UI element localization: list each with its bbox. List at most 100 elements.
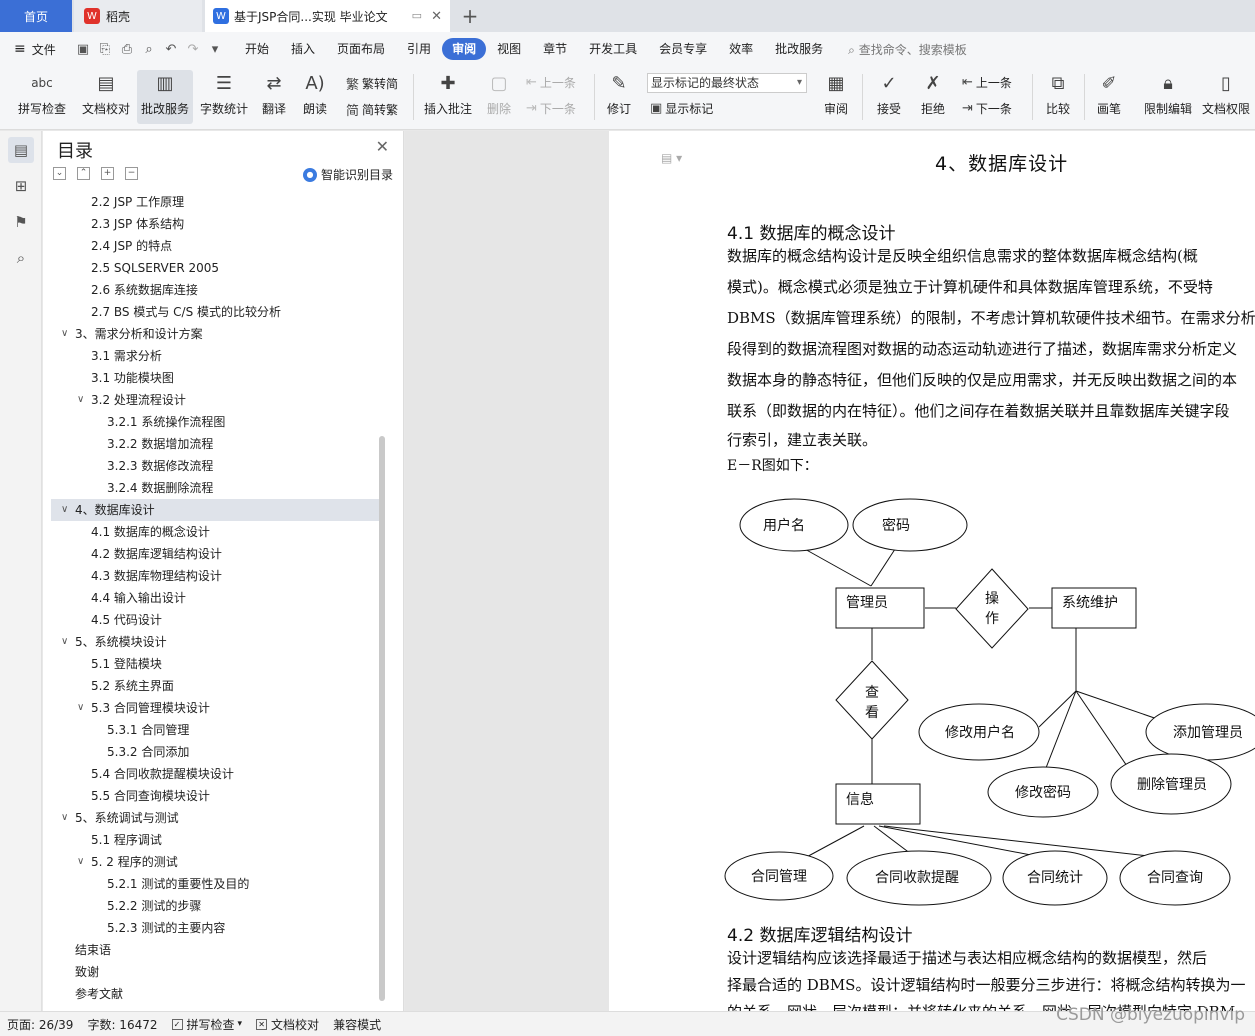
word-count-indicator[interactable]: 字数: 16472 — [80, 1016, 164, 1033]
save-icon[interactable]: ▣ — [72, 42, 94, 57]
add-heading-icon[interactable]: + — [101, 167, 114, 180]
search-icon[interactable]: ⌕ — [8, 245, 34, 271]
toc-item[interactable]: 5.3.1 合同管理 — [51, 719, 379, 741]
chevron-down-icon[interactable]: ∨ — [61, 499, 68, 521]
chevron-down-icon[interactable]: ∨ — [77, 389, 84, 411]
next-comment-button[interactable]: ⇥ 下一条 — [526, 100, 576, 117]
toc-item[interactable]: ∨ 5. 2 程序的测试 — [51, 851, 379, 873]
tab-home[interactable]: 首页 — [0, 0, 72, 32]
toc-scrollbar[interactable] — [379, 436, 385, 1001]
toc-item[interactable]: 5.1 登陆模块 — [51, 653, 379, 675]
toc-item[interactable]: 3.2.2 数据增加流程 — [51, 433, 379, 455]
monitor-icon[interactable]: ▭ — [412, 9, 422, 22]
menu-start[interactable]: 开始 — [234, 38, 280, 60]
toc-item[interactable]: 3.1 功能模块图 — [51, 367, 379, 389]
reject-button[interactable]: ✗ 拒绝 — [916, 70, 950, 124]
read-aloud-button[interactable]: A) 朗读 — [300, 70, 330, 124]
page-nav-icon[interactable]: ▤ ▾ — [661, 151, 682, 165]
redo-icon[interactable]: ↷ — [182, 42, 204, 57]
toc-item[interactable]: ∨ 3、需求分析和设计方案 — [51, 323, 379, 345]
preview-icon[interactable]: ⌕ — [138, 42, 160, 57]
compare-button[interactable]: ⧉ 比较 — [1040, 70, 1076, 124]
collapse-all-icon[interactable]: ⌄ — [53, 167, 66, 180]
chevron-down-icon[interactable]: ∨ — [61, 631, 68, 653]
toc-panel-icon[interactable]: ▤ — [8, 137, 34, 163]
pen-button[interactable]: ✐ 画笔 — [1094, 70, 1124, 124]
menu-reference[interactable]: 引用 — [396, 38, 442, 60]
menu-devtools[interactable]: 开发工具 — [578, 38, 648, 60]
toc-item[interactable]: 2.7 BS 模式与 C/S 模式的比较分析 — [51, 301, 379, 323]
markup-mode-select[interactable]: 显示标记的最终状态 — [647, 73, 807, 93]
toc-item[interactable]: 3.2.1 系统操作流程图 — [51, 411, 379, 433]
menu-layout[interactable]: 页面布局 — [326, 38, 396, 60]
toc-item[interactable]: 5.1 程序调试 — [51, 829, 379, 851]
toc-item[interactable]: 4.1 数据库的概念设计 — [51, 521, 379, 543]
remove-heading-icon[interactable]: − — [125, 167, 138, 180]
chevron-down-icon[interactable]: ∨ — [77, 697, 84, 719]
accept-button[interactable]: ✓ 接受 — [872, 70, 906, 124]
file-menu[interactable]: ≡ 文件 — [0, 41, 72, 58]
spell-check-button[interactable]: abc 拼写检查 — [12, 70, 72, 124]
toc-item[interactable]: 5.2.2 测试的步骤 — [51, 895, 379, 917]
toc-item[interactable]: 5.2.1 测试的重要性及目的 — [51, 873, 379, 895]
doc-check-toggle[interactable]: ✕ 文档校对 — [249, 1016, 326, 1033]
tab-document[interactable]: W 基于JSP合同...实现 毕业论文 ▭ ✕ — [205, 0, 450, 32]
spell-check-toggle[interactable]: ✓ 拼写检查 ▾ — [165, 1016, 250, 1033]
review-service-button[interactable]: ▥ 批改服务 — [137, 70, 193, 124]
toc-item[interactable]: 5.2.3 测试的主要内容 — [51, 917, 379, 939]
bookmark-icon[interactable]: ⚑ — [8, 209, 34, 235]
toc-item[interactable]: 参考文献 — [51, 983, 379, 1005]
smart-toc-button[interactable]: ● 智能识别目录 — [302, 166, 393, 183]
next-change-button[interactable]: ⇥ 下一条 — [962, 100, 1012, 117]
toc-item[interactable]: 3.2.4 数据删除流程 — [51, 477, 379, 499]
toc-item[interactable]: 4.5 代码设计 — [51, 609, 379, 631]
toc-item[interactable]: 结束语 — [51, 939, 379, 961]
page-indicator[interactable]: 页面: 26/39 — [0, 1016, 80, 1033]
chevron-down-icon[interactable]: ∨ — [61, 807, 68, 829]
prev-comment-button[interactable]: ⇤ 上一条 — [526, 74, 576, 91]
chevron-down-icon[interactable]: ∨ — [61, 323, 68, 345]
menu-review-service[interactable]: 批改服务 — [764, 38, 834, 60]
trad-to-simp-button[interactable]: 繁繁转简 — [346, 74, 398, 93]
toc-item[interactable]: ∨ 5、系统调试与测试 — [51, 807, 379, 829]
menu-member[interactable]: 会员专享 — [648, 38, 718, 60]
prev-change-button[interactable]: ⇤ 上一条 — [962, 74, 1012, 91]
toc-item[interactable]: 5.2 系统主界面 — [51, 675, 379, 697]
word-count-button[interactable]: ☰ 字数统计 — [198, 70, 250, 124]
toc-item[interactable]: ∨ 4、数据库设计 — [51, 499, 379, 521]
toc-item[interactable]: 5.4 合同收款提醒模块设计 — [51, 763, 379, 785]
toc-item[interactable]: 4.2 数据库逻辑结构设计 — [51, 543, 379, 565]
toc-item[interactable]: 4.4 输入输出设计 — [51, 587, 379, 609]
restrict-editing-button[interactable]: 🔒︎ 限制编辑 — [1140, 70, 1196, 124]
toc-item[interactable]: 3.2.3 数据修改流程 — [51, 455, 379, 477]
toc-item[interactable]: 致谢 — [51, 961, 379, 983]
document-page[interactable]: ▤ ▾ 4、数据库设计 4.1 数据库的概念设计 数据库的概念结构设计是反映全组… — [609, 131, 1255, 1011]
menu-efficiency[interactable]: 效率 — [718, 38, 764, 60]
expand-all-icon[interactable]: ⌃ — [77, 167, 90, 180]
delete-comment-button[interactable]: ▢ 删除 — [482, 70, 516, 124]
toc-item[interactable]: 4.3 数据库物理结构设计 — [51, 565, 379, 587]
print-icon[interactable]: ⎙ — [116, 42, 138, 57]
track-changes-button[interactable]: ✎ 修订 — [602, 70, 636, 124]
toc-item[interactable]: 2.5 SQLSERVER 2005 — [51, 257, 379, 279]
more-icon[interactable]: ▾ — [204, 42, 226, 57]
menu-chapter[interactable]: 章节 — [532, 38, 578, 60]
export-icon[interactable]: ⎘ — [94, 42, 116, 57]
doc-permission-button[interactable]: ▯ 文档权限 — [1200, 70, 1252, 124]
menu-insert[interactable]: 插入 — [280, 38, 326, 60]
toc-item[interactable]: 3.1 需求分析 — [51, 345, 379, 367]
doc-check-button[interactable]: ▤ 文档校对 — [80, 70, 132, 124]
close-tab-icon[interactable]: ✕ — [431, 9, 442, 24]
nav-panel-icon[interactable]: ⊞ — [8, 173, 34, 199]
toc-item[interactable]: 2.3 JSP 体系结构 — [51, 213, 379, 235]
translate-button[interactable]: ⇄ 翻译 — [256, 70, 292, 124]
show-markup-button[interactable]: ▣ 显示标记 — [650, 100, 713, 117]
close-icon[interactable]: ✕ — [376, 137, 389, 156]
toc-item[interactable]: 2.4 JSP 的特点 — [51, 235, 379, 257]
toc-item[interactable]: 5.5 合同查询模块设计 — [51, 785, 379, 807]
review-pane-button[interactable]: ▦ 审阅 — [818, 70, 854, 124]
toc-item[interactable]: 2.2 JSP 工作原理 — [51, 191, 379, 213]
simp-to-trad-button[interactable]: 简简转繁 — [346, 100, 398, 119]
command-search[interactable]: ⌕ 查找命令、搜索模板 — [848, 41, 967, 58]
chevron-down-icon[interactable]: ∨ — [77, 851, 84, 873]
